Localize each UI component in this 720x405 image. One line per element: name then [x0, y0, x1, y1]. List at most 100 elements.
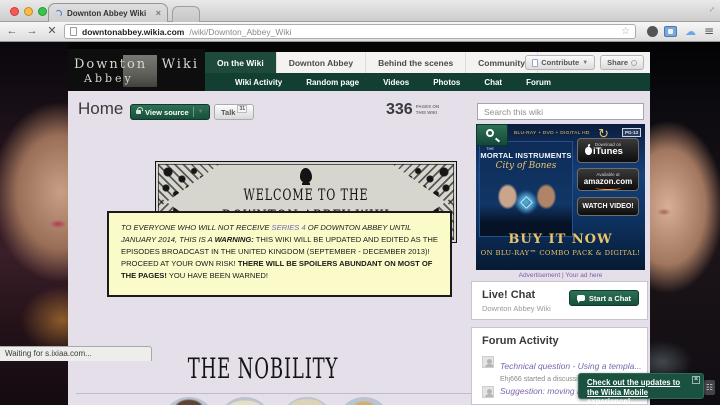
- tab-downton-abbey[interactable]: Downton Abbey: [277, 52, 367, 73]
- subnav-chat[interactable]: Chat: [484, 78, 502, 87]
- lock-icon: [136, 107, 143, 114]
- minimize-window-button[interactable]: [24, 7, 33, 16]
- fullscreen-icon[interactable]: ↕: [707, 4, 717, 14]
- contribute-label: Contribute: [541, 58, 580, 67]
- glowing-rune-icon: [520, 196, 533, 209]
- wikia-mobile-toast: Check out the updates to the Wikia Mobil…: [578, 373, 704, 405]
- extension-cloud-icon[interactable]: ☁: [685, 26, 696, 37]
- browser-titlebar: Downton Abbey Wiki × ↕: [0, 0, 720, 22]
- browser-status-bar: Waiting for s.ixiaa.com...: [0, 346, 152, 361]
- tab-title: Downton Abbey Wiki: [67, 8, 147, 18]
- live-chat-module: Live! Chat Downton Abbey Wiki Start a Ch…: [471, 281, 648, 320]
- warning-text: TO EVERYONE WHO WILL NOT RECEIVE: [121, 223, 272, 232]
- itunes-button[interactable]: Download on iTunes: [577, 138, 639, 163]
- wiki-subnav: Wiki Activity Random page Videos Photos …: [205, 73, 650, 92]
- zoom-window-button[interactable]: [38, 7, 47, 16]
- forum-module-title: Forum Activity: [482, 335, 559, 347]
- character-portrait-mary[interactable]: [280, 397, 334, 405]
- amazon-button[interactable]: Available at amazon.com: [577, 168, 639, 191]
- character-portrait-robert[interactable]: [162, 397, 216, 405]
- extension-image-icon[interactable]: [664, 26, 677, 37]
- logo-word-downton: Downton: [74, 57, 148, 72]
- extension-icon[interactable]: [647, 26, 658, 37]
- start-chat-label: Start a Chat: [588, 293, 631, 303]
- talk-count-badge: 31: [237, 105, 248, 113]
- wiki-logo[interactable]: Downton Abbey Wiki: [68, 49, 205, 91]
- contribute-page-icon: [532, 58, 539, 67]
- series-4-link[interactable]: SERIES 4: [272, 223, 306, 232]
- subnav-random-page[interactable]: Random page: [306, 78, 359, 87]
- search-input[interactable]: [477, 103, 644, 120]
- talk-button[interactable]: Talk 31: [214, 104, 255, 120]
- tab-behind-the-scenes[interactable]: Behind the scenes: [366, 52, 467, 73]
- start-chat-button[interactable]: Start a Chat: [568, 290, 639, 306]
- search-button[interactable]: [476, 124, 508, 146]
- ad-title-sub: City of Bones: [495, 161, 557, 171]
- subnav-forum[interactable]: Forum: [526, 78, 551, 87]
- movie-poster: THE MORTAL INSTRUMENTS City of Bones: [479, 141, 573, 237]
- logo-word-wiki: Wiki: [161, 57, 199, 72]
- bookmark-star-icon[interactable]: ☆: [621, 26, 630, 37]
- watch-video-button[interactable]: WATCH VIDEO!: [577, 197, 639, 216]
- character-portrait-cora[interactable]: [218, 397, 272, 405]
- spoiler-warning-box: TO EVERYONE WHO WILL NOT RECEIVE SERIES …: [107, 211, 452, 297]
- close-icon[interactable]: ×: [692, 376, 700, 384]
- wiki-nav-tabs: On the Wiki Downton Abbey Behind the sce…: [205, 52, 650, 73]
- page-count-number: 336: [386, 101, 413, 118]
- page-title: Home: [78, 99, 124, 118]
- share-button[interactable]: Share: [600, 55, 644, 70]
- ad-title-main: MORTAL INSTRUMENTS: [480, 151, 572, 160]
- browser-menu-icon[interactable]: ≡: [704, 25, 714, 37]
- warning-text-bold: WARNING:: [214, 234, 254, 244]
- share-ring-icon: [631, 59, 637, 66]
- forum-thread-link[interactable]: Technical question - Using a templa...: [500, 361, 641, 371]
- subnav-wiki-activity[interactable]: Wiki Activity: [235, 78, 282, 87]
- ad-format-line: BLU-RAY + DVD + DIGITAL HD: [514, 131, 590, 136]
- talk-label: Talk: [221, 107, 236, 117]
- contribute-button[interactable]: Contribute ▼: [525, 55, 596, 70]
- ad-buy-line2: ON BLU-RAY™ COMBO PACK & DIGITAL!: [480, 249, 641, 257]
- welcome-line1: WELCOME TO THE: [243, 185, 369, 205]
- subnav-photos[interactable]: Photos: [433, 78, 460, 87]
- forward-button[interactable]: →: [24, 24, 40, 39]
- chat-module-title: Live! Chat: [482, 289, 536, 301]
- amazon-smile-icon: [595, 186, 621, 190]
- button-divider: [192, 107, 194, 117]
- url-path: /wiki/Downton_Abbey_Wiki: [189, 26, 292, 37]
- tab-on-the-wiki[interactable]: On the Wiki: [205, 52, 277, 73]
- browser-toolbar: ← → ✕ downtonabbey.wikia.com /wiki/Downt…: [0, 22, 720, 42]
- stop-button[interactable]: ✕: [44, 24, 60, 39]
- url-domain: downtonabbey.wikia.com: [82, 26, 185, 37]
- address-bar[interactable]: downtonabbey.wikia.com /wiki/Downton_Abb…: [64, 24, 636, 39]
- amazon-label: amazon.com: [583, 177, 633, 186]
- tab-loading-spinner-icon: [55, 9, 62, 17]
- share-label: Share: [607, 58, 628, 67]
- chat-bubble-icon: [576, 295, 585, 303]
- user-avatar: [482, 386, 494, 398]
- browser-window: Downton Abbey Wiki × ↕ ← → ✕ downtonabbe…: [0, 0, 720, 405]
- close-window-button[interactable]: [10, 7, 19, 16]
- view-source-label: View source: [145, 107, 189, 117]
- page-count: 336 PAGES ON THIS WIKI: [386, 101, 439, 119]
- ad-choices-icon[interactable]: ☷: [704, 380, 715, 395]
- warning-text: YOU HAVE BEEN WARNED!: [166, 270, 268, 280]
- ad-caption: Advertisement | Your ad here: [518, 272, 603, 279]
- browser-tab[interactable]: Downton Abbey Wiki ×: [48, 3, 168, 22]
- your-ad-here-link[interactable]: Your ad here: [565, 272, 602, 279]
- search-icon: [486, 129, 494, 137]
- character-portrait-edith[interactable]: [337, 397, 391, 405]
- advertisement-link[interactable]: Advertisement: [519, 272, 561, 279]
- ad-rating-badge: PG-13: [621, 128, 641, 137]
- chevron-down-icon: ▼: [582, 59, 589, 66]
- page-count-label: PAGES ON THIS WIKI: [415, 104, 440, 115]
- new-tab-button[interactable]: [172, 6, 200, 22]
- back-button[interactable]: ←: [4, 24, 20, 39]
- chevron-down-icon[interactable]: ▼: [198, 109, 204, 115]
- tab-close-icon[interactable]: ×: [156, 8, 161, 18]
- ad-buy-line1: BUY IT NOW: [508, 232, 613, 247]
- background-skin-right: [650, 42, 720, 405]
- view-source-button[interactable]: View source ▼: [130, 104, 210, 120]
- subnav-videos[interactable]: Videos: [383, 78, 409, 87]
- logo-word-abbey: Abbey: [84, 72, 134, 85]
- chat-module-subtitle: Downton Abbey Wiki: [482, 304, 551, 313]
